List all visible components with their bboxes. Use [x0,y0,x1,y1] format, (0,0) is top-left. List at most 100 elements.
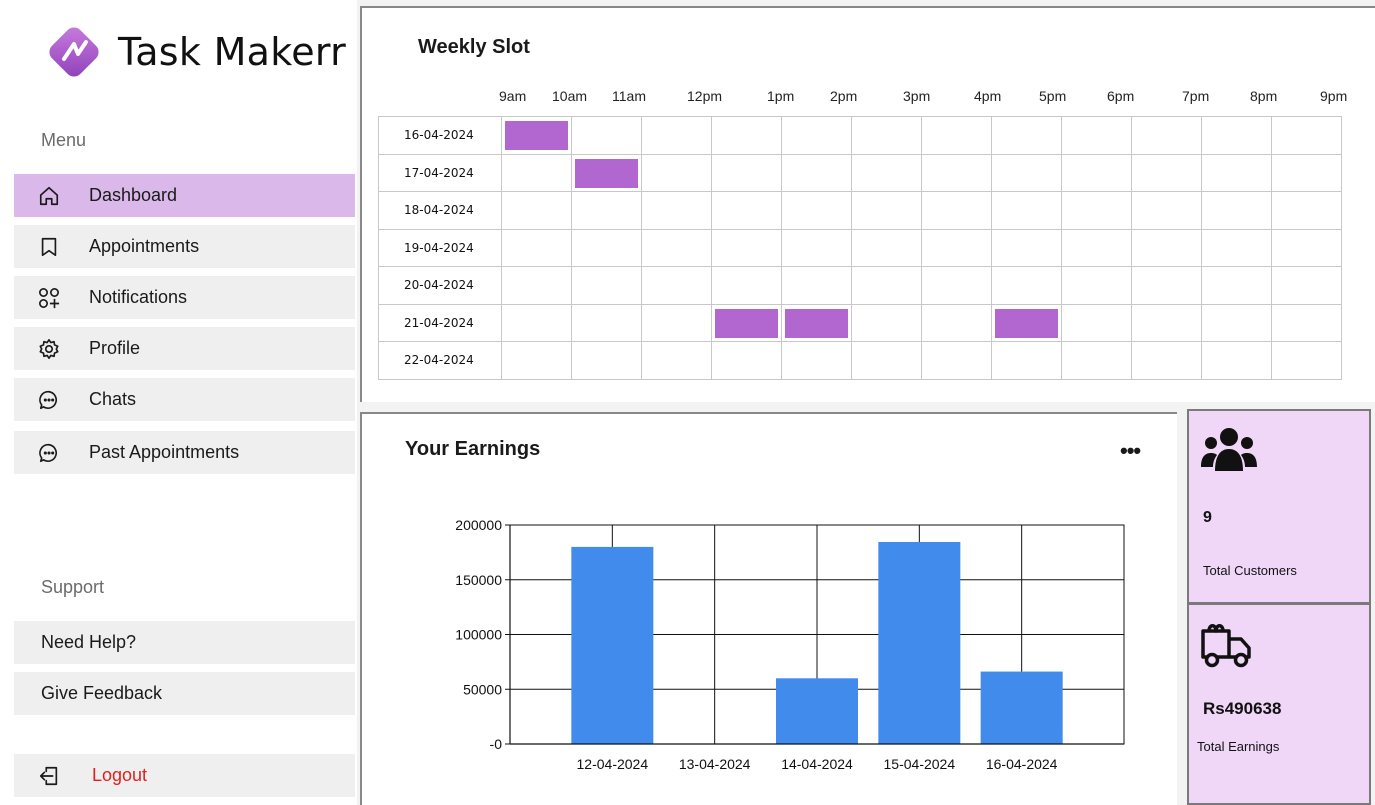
slot-cell[interactable] [851,191,922,230]
slot-cell[interactable] [1271,266,1342,305]
slot-cell[interactable] [851,266,922,305]
slot-cell[interactable] [851,341,922,380]
slot-cell[interactable] [641,153,712,192]
sidebar-item-chats[interactable]: Chats [14,378,355,421]
slot-cell[interactable] [711,266,782,305]
slot-cell[interactable] [641,303,712,342]
slot-cell[interactable] [571,228,642,267]
slot-cell[interactable] [851,228,922,267]
slot-cell[interactable] [1201,191,1272,230]
slot-cell[interactable] [1061,266,1132,305]
slot-cell[interactable] [1271,303,1342,342]
slot-cell[interactable] [501,228,572,267]
logout-button[interactable]: Logout [14,754,355,797]
slot-cell[interactable] [501,153,572,192]
booked-slot[interactable] [785,308,848,338]
slot-cell[interactable] [921,266,992,305]
slot-cell[interactable] [641,228,712,267]
slot-cell[interactable] [1131,303,1202,342]
slot-cell[interactable] [1061,191,1132,230]
sidebar-item-dashboard[interactable]: Dashboard [14,174,355,217]
slot-cell[interactable] [1061,153,1132,192]
slot-cell[interactable] [991,266,1062,305]
slot-cell[interactable] [641,116,712,155]
slot-cell[interactable] [501,266,572,305]
slot-cell[interactable] [781,266,852,305]
slot-cell[interactable] [991,341,1062,380]
slot-cell[interactable] [921,228,992,267]
slot-cell[interactable] [501,303,572,342]
slot-cell[interactable] [571,266,642,305]
slot-cell[interactable] [571,303,642,342]
slot-cell[interactable] [711,116,782,155]
slot-cell[interactable] [571,153,642,192]
slot-cell[interactable] [1201,228,1272,267]
slot-cell[interactable] [1061,116,1132,155]
slot-cell[interactable] [921,303,992,342]
slot-cell[interactable] [711,191,782,230]
slot-cell[interactable] [921,191,992,230]
slot-cell[interactable] [1131,191,1202,230]
slot-cell[interactable] [711,303,782,342]
slot-cell[interactable] [781,303,852,342]
slot-cell[interactable] [1271,116,1342,155]
slot-cell[interactable] [1131,228,1202,267]
bar[interactable] [878,541,961,744]
slot-cell[interactable] [991,153,1062,192]
slot-cell[interactable] [501,341,572,380]
slot-cell[interactable] [1201,341,1272,380]
slot-cell[interactable] [641,341,712,380]
slot-cell[interactable] [571,191,642,230]
slot-cell[interactable] [991,116,1062,155]
sidebar-item-appointments[interactable]: Appointments [14,225,355,268]
slot-cell[interactable] [991,191,1062,230]
slot-cell[interactable] [641,266,712,305]
sidebar-item-notifications[interactable]: Notifications [14,276,355,319]
give-feedback-link[interactable]: Give Feedback [14,672,355,715]
booked-slot[interactable] [995,308,1058,338]
slot-cell[interactable] [571,341,642,380]
slot-cell[interactable] [641,191,712,230]
bar[interactable] [571,546,654,744]
slot-cell[interactable] [781,228,852,267]
slot-cell[interactable] [781,116,852,155]
slot-cell[interactable] [1201,303,1272,342]
slot-cell[interactable] [851,116,922,155]
slot-cell[interactable] [781,341,852,380]
slot-cell[interactable] [571,116,642,155]
slot-cell[interactable] [501,191,572,230]
slot-cell[interactable] [781,191,852,230]
slot-cell[interactable] [1271,153,1342,192]
slot-cell[interactable] [1271,191,1342,230]
bar[interactable] [776,678,858,744]
slot-cell[interactable] [711,228,782,267]
need-help-link[interactable]: Need Help? [14,621,355,664]
sidebar-item-past-appointments[interactable]: Past Appointments [14,431,355,474]
slot-cell[interactable] [1131,116,1202,155]
sidebar-item-profile[interactable]: Profile [14,327,355,370]
slot-cell[interactable] [781,153,852,192]
slot-cell[interactable] [1131,153,1202,192]
slot-cell[interactable] [711,153,782,192]
booked-slot[interactable] [505,121,568,150]
slot-cell[interactable] [1201,266,1272,305]
slot-cell[interactable] [1061,303,1132,342]
slot-cell[interactable] [1271,228,1342,267]
slot-cell[interactable] [991,228,1062,267]
slot-cell[interactable] [1201,153,1272,192]
slot-cell[interactable] [501,116,572,155]
slot-cell[interactable] [851,303,922,342]
booked-slot[interactable] [575,158,638,188]
slot-cell[interactable] [711,341,782,380]
slot-cell[interactable] [1271,341,1342,380]
slot-cell[interactable] [1201,116,1272,155]
slot-cell[interactable] [921,341,992,380]
booked-slot[interactable] [715,308,778,338]
slot-cell[interactable] [921,153,992,192]
slot-cell[interactable] [1061,341,1132,380]
slot-cell[interactable] [991,303,1062,342]
slot-cell[interactable] [1131,266,1202,305]
slot-cell[interactable] [921,116,992,155]
slot-cell[interactable] [1061,228,1132,267]
slot-cell[interactable] [1131,341,1202,380]
